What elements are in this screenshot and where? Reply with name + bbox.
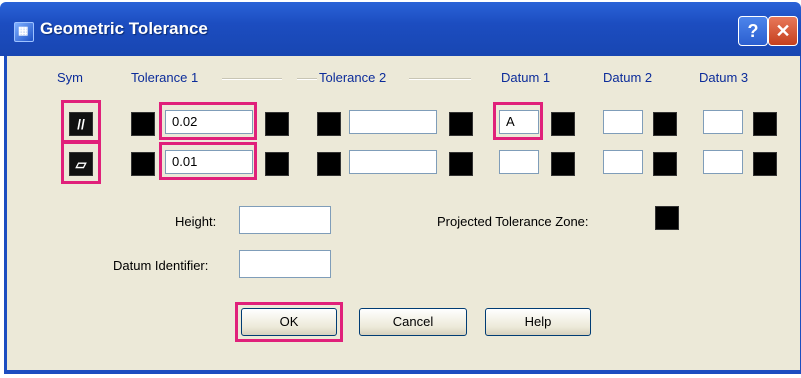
datum-3-input-row1[interactable]	[703, 110, 743, 134]
material-condition-datum2-row1[interactable]	[653, 112, 677, 136]
material-condition-tol1-row2[interactable]	[265, 152, 289, 176]
title-bar: ▦ Geometric Tolerance ? ✕	[0, 2, 801, 56]
tolerance-2-input-row1[interactable]	[349, 110, 437, 134]
material-condition-tol1-row1[interactable]	[265, 112, 289, 136]
material-condition-datum1-row1[interactable]	[551, 112, 575, 136]
header-datum-1: Datum 1	[501, 70, 551, 85]
help-button[interactable]: Help	[485, 308, 591, 336]
datum-identifier-label: Datum Identifier:	[113, 258, 209, 273]
height-input[interactable]	[239, 206, 331, 234]
datum-3-input-row2[interactable]	[703, 150, 743, 174]
app-icon: ▦	[14, 22, 34, 42]
tolerance-1-highlight-row2	[159, 142, 257, 180]
material-condition-datum3-row2[interactable]	[753, 152, 777, 176]
diameter-toggle-tol2-row2[interactable]	[317, 152, 341, 176]
dialog-body: Sym Tolerance 1 Tolerance 2 Datum 1 Datu…	[4, 56, 801, 374]
material-condition-tol2-row1[interactable]	[449, 112, 473, 136]
header-tolerance-1: Tolerance 1	[131, 70, 199, 85]
symbol-highlight-row2	[61, 140, 101, 184]
ok-highlight	[235, 302, 343, 342]
cancel-button[interactable]: Cancel	[359, 308, 467, 336]
material-condition-datum3-row1[interactable]	[753, 112, 777, 136]
geometric-tolerance-dialog: ▦ Geometric Tolerance ? ✕ Sym Tolerance …	[0, 2, 801, 376]
material-condition-datum2-row2[interactable]	[653, 152, 677, 176]
diameter-toggle-tol1-row1[interactable]	[131, 112, 155, 136]
header-tolerance-2: Tolerance 2	[319, 70, 387, 85]
window-title: Geometric Tolerance	[40, 19, 208, 38]
height-label: Height:	[175, 214, 217, 229]
header-datum-2: Datum 2	[603, 70, 653, 85]
tolerance-2-group-line-left	[297, 78, 317, 80]
header-sym: Sym	[57, 70, 83, 85]
diameter-toggle-tol1-row2[interactable]	[131, 152, 155, 176]
tolerance-1-group-line	[222, 78, 282, 80]
datum-2-input-row1[interactable]	[603, 110, 643, 134]
datum-1-input-row2[interactable]	[499, 150, 539, 174]
projected-tolerance-zone-toggle[interactable]	[655, 206, 679, 230]
help-title-button[interactable]: ?	[738, 16, 768, 46]
material-condition-datum1-row2[interactable]	[551, 152, 575, 176]
diameter-toggle-tol2-row1[interactable]	[317, 112, 341, 136]
projected-tolerance-zone-label: Projected Tolerance Zone:	[437, 214, 589, 229]
header-datum-3: Datum 3	[699, 70, 749, 85]
datum-identifier-input[interactable]	[239, 250, 331, 278]
symbol-highlight-row1	[61, 100, 101, 144]
datum-1-highlight-row1	[493, 102, 543, 140]
tolerance-1-highlight-row1	[159, 102, 257, 140]
close-button[interactable]: ✕	[768, 16, 798, 46]
datum-2-input-row2[interactable]	[603, 150, 643, 174]
tolerance-2-group-line	[409, 78, 471, 80]
material-condition-tol2-row2[interactable]	[449, 152, 473, 176]
tolerance-2-input-row2[interactable]	[349, 150, 437, 174]
